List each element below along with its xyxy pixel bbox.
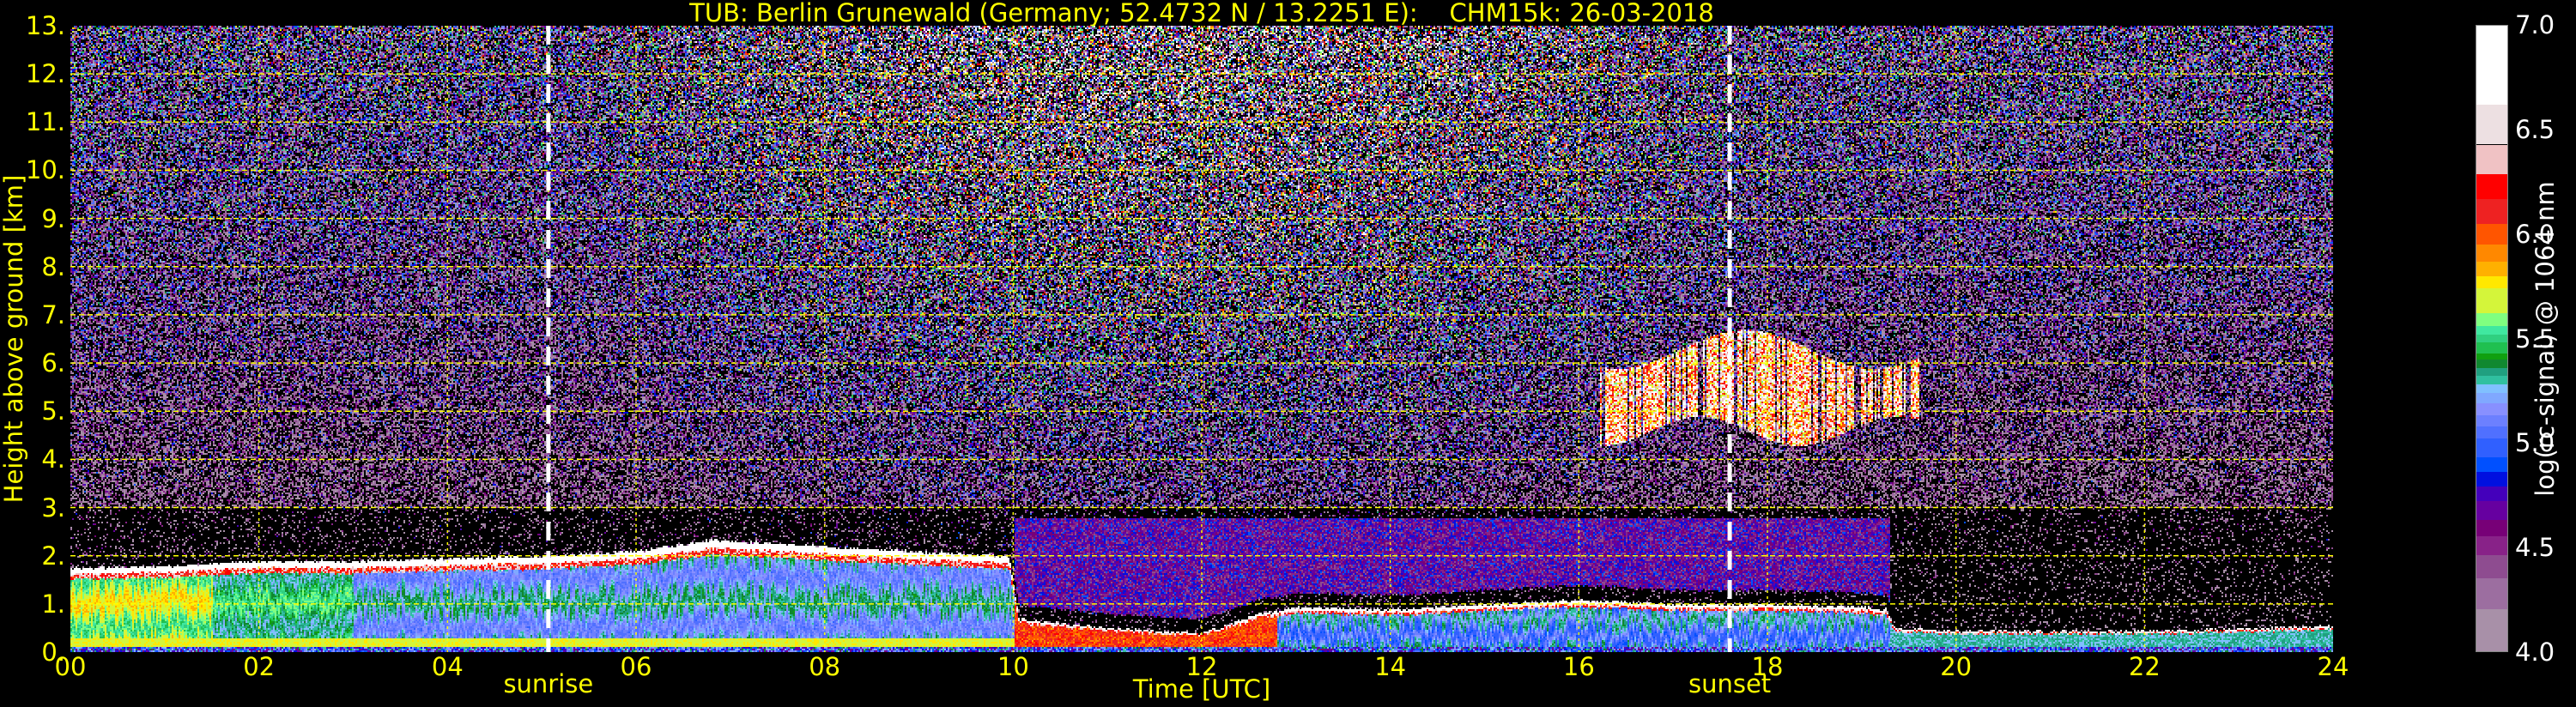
y-tick-label: 1. (41, 589, 65, 619)
x-tick-label: 14 (1374, 652, 1407, 681)
y-tick-label: 6. (41, 348, 65, 378)
colorbar-level (2476, 245, 2507, 262)
colorbar-level (2476, 577, 2507, 610)
colorbar-level (2476, 609, 2507, 651)
colorbar-level (2476, 536, 2507, 556)
colorbar (2476, 25, 2508, 652)
y-tick-label: 7. (41, 299, 65, 329)
x-tick-label: 02 (243, 652, 276, 681)
plot-area (70, 26, 2333, 652)
colorbar-level (2476, 376, 2507, 384)
colorbar-level (2476, 501, 2507, 520)
y-tick-label: 12. (25, 59, 65, 89)
y-tick-label: 3. (41, 492, 65, 523)
x-tick-label: 06 (620, 652, 652, 681)
colorbar-level (2476, 144, 2507, 174)
colorbar-level (2476, 173, 2507, 199)
colorbar-level (2476, 472, 2507, 487)
colorbar-level (2476, 223, 2507, 245)
x-tick-label: 20 (1940, 652, 1973, 681)
colorbar-level (2476, 359, 2507, 368)
x-tick-label: 16 (1562, 652, 1595, 681)
colorbar-level (2476, 402, 2507, 416)
colorbar-level (2476, 342, 2507, 354)
x-tick-label: 10 (997, 652, 1029, 681)
colorbar-level (2476, 367, 2507, 377)
colorbar-level (2476, 426, 2507, 439)
x-tick-label: 22 (2128, 652, 2161, 681)
colorbar-level (2476, 353, 2507, 360)
sunset-label: sunset (1688, 669, 1772, 698)
x-axis-label: Time [UTC] (1132, 674, 1271, 704)
colorbar-level (2476, 325, 2507, 335)
colorbar-level (2476, 275, 2507, 289)
colorbar-level (2476, 519, 2507, 537)
colorbar-level (2476, 415, 2507, 426)
colorbar-level (2476, 105, 2507, 145)
y-tick-label: 5. (41, 396, 65, 426)
colorbar-level (2476, 555, 2507, 578)
x-tick-label: 00 (54, 652, 87, 681)
colorbar-level (2476, 261, 2507, 276)
y-tick-label: 11. (25, 107, 65, 137)
y-tick-label: 2. (41, 541, 65, 571)
y-tick-label: 9. (41, 203, 65, 233)
colorbar-level (2476, 26, 2507, 106)
colorbar-tick-label: 4.5 (2515, 533, 2555, 563)
y-tick-label: 10. (25, 155, 65, 185)
colorbar-level (2476, 486, 2507, 502)
sunrise-label: sunrise (503, 669, 594, 698)
x-tick-label: 24 (2317, 652, 2349, 681)
colorbar-tick-label: 7.0 (2515, 10, 2555, 39)
colorbar-tick-label: 6.5 (2515, 114, 2555, 144)
colorbar-level (2476, 384, 2507, 393)
colorbar-level (2476, 438, 2507, 457)
colorbar-level (2476, 313, 2507, 326)
colorbar-level (2476, 457, 2507, 472)
x-tick-label: 04 (431, 652, 464, 681)
colorbar-level (2476, 198, 2507, 224)
y-tick-label: 13. (25, 11, 65, 40)
y-tick-label: 8. (41, 251, 65, 281)
colorbar-tick-label: 4.0 (2515, 638, 2555, 667)
colorbar-level (2476, 288, 2507, 314)
chart-title: TUB: Berlin Grunewald (Germany; 52.4732 … (689, 0, 1714, 27)
y-tick-label: 4. (41, 444, 65, 474)
colorbar-level (2476, 392, 2507, 403)
plot-overlay (70, 26, 2333, 652)
colorbar-label: log(rc-signal) @ 1064 nm (2531, 181, 2560, 497)
y-axis-label: Height above ground [km] (0, 174, 28, 504)
x-tick-label: 08 (809, 652, 841, 681)
colorbar-level (2476, 334, 2507, 343)
